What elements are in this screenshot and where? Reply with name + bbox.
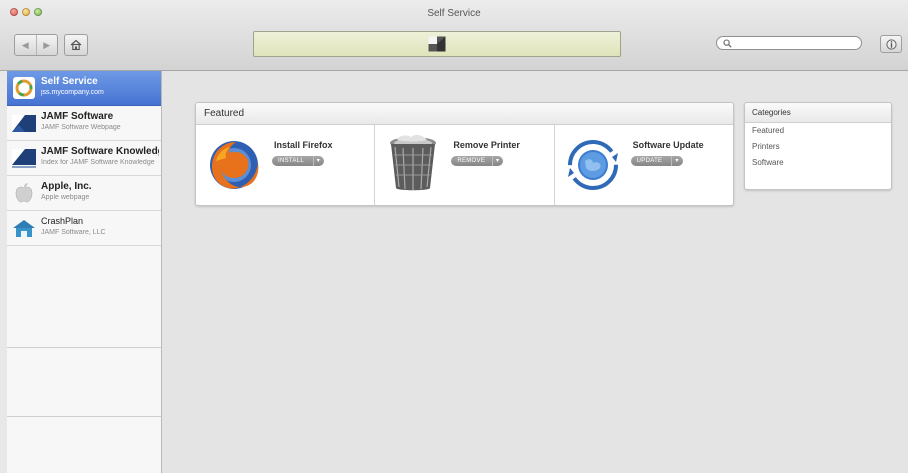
featured-item-name: Install Firefox <box>274 140 333 150</box>
featured-heading: Featured <box>196 103 733 125</box>
software-update-icon <box>565 133 621 193</box>
info-icon <box>885 38 897 50</box>
featured-item-software-update[interactable]: Software Update UPDATE ▾ <box>555 125 733 205</box>
featured-item-name: Software Update <box>632 140 704 150</box>
action-label: REMOVE <box>457 158 486 164</box>
sidebar-item-crashplan[interactable]: CrashPlan JAMF Software, LLC <box>7 211 161 246</box>
sidebar-item-apple[interactable]: Apple, Inc. Apple webpage <box>7 176 161 211</box>
sidebar-item-subtitle: jss.mycompany.com <box>41 89 104 96</box>
install-button[interactable]: INSTALL ▾ <box>272 156 324 166</box>
chevron-down-icon[interactable]: ▾ <box>312 156 320 166</box>
categories-heading: Categories <box>745 103 891 123</box>
featured-item-remove-printer[interactable]: Remove Printer REMOVE ▾ <box>375 125 555 205</box>
activity-status-area <box>253 31 621 57</box>
category-featured[interactable]: Featured <box>745 123 891 139</box>
self-service-icon <box>11 76 37 100</box>
home-icon <box>70 39 82 51</box>
self-service-logo-icon <box>428 36 446 52</box>
jamf-knowledge-icon <box>11 146 37 170</box>
sidebar-item-title: Self Service <box>41 76 98 87</box>
search-box[interactable] <box>716 36 862 50</box>
sidebar-divider <box>7 347 161 348</box>
sidebar-item-subtitle: JAMF Software Webpage <box>41 124 121 131</box>
trash-icon <box>385 133 441 193</box>
sidebar-item-title: JAMF Software <box>41 111 114 122</box>
sidebar-item-self-service[interactable]: Self Service jss.mycompany.com <box>7 71 161 106</box>
firefox-icon <box>206 133 262 193</box>
app-window: Self Service ◀ ▶ Self Service jss.mycomp… <box>0 0 908 473</box>
home-button[interactable] <box>64 34 88 56</box>
category-software[interactable]: Software <box>745 155 891 171</box>
sidebar: Self Service jss.mycompany.com JAMF Soft… <box>7 71 162 473</box>
jamf-logo-icon <box>11 111 37 135</box>
main-content: Featured Install Firefox INSTALL ▾ Remov… <box>162 71 908 473</box>
info-button[interactable] <box>880 35 902 53</box>
sidebar-item-jamf-knowledge[interactable]: JAMF Software Knowledge Index for JAMF S… <box>7 141 161 176</box>
sidebar-item-subtitle: Apple webpage <box>41 194 90 201</box>
sidebar-item-title: Apple, Inc. <box>41 181 92 192</box>
action-label: INSTALL <box>278 158 304 164</box>
remove-button[interactable]: REMOVE ▾ <box>451 156 504 166</box>
back-forward-control: ◀ ▶ <box>14 34 58 56</box>
chevron-down-icon[interactable]: ▾ <box>671 156 678 166</box>
forward-button[interactable]: ▶ <box>35 35 58 55</box>
featured-panel: Featured Install Firefox INSTALL ▾ Remov… <box>195 102 734 206</box>
featured-item-name: Remove Printer <box>453 140 520 150</box>
crashplan-icon <box>11 216 37 240</box>
search-input[interactable] <box>735 38 855 48</box>
chevron-down-icon[interactable]: ▾ <box>492 156 499 166</box>
action-label: UPDATE <box>636 158 663 164</box>
back-button[interactable]: ◀ <box>15 35 36 55</box>
apple-logo-icon <box>11 181 37 205</box>
sidebar-item-subtitle: JAMF Software, LLC <box>41 229 106 236</box>
window-title: Self Service <box>427 8 481 19</box>
sidebar-item-jamf-software[interactable]: JAMF Software JAMF Software Webpage <box>7 106 161 141</box>
search-icon <box>723 38 732 48</box>
categories-panel: Categories Featured Printers Software <box>744 102 892 190</box>
update-button[interactable]: UPDATE ▾ <box>630 156 683 166</box>
sidebar-item-title: CrashPlan <box>41 216 84 226</box>
sidebar-divider <box>7 416 161 417</box>
featured-item-firefox[interactable]: Install Firefox INSTALL ▾ <box>196 125 376 205</box>
featured-items: Install Firefox INSTALL ▾ Remove Printer… <box>196 125 733 205</box>
sidebar-item-subtitle: Index for JAMF Software Knowledge <box>41 159 155 166</box>
category-printers[interactable]: Printers <box>745 139 891 155</box>
sidebar-item-title: JAMF Software Knowledge <box>41 146 159 157</box>
toolbar: Self Service ◀ ▶ <box>0 0 908 71</box>
